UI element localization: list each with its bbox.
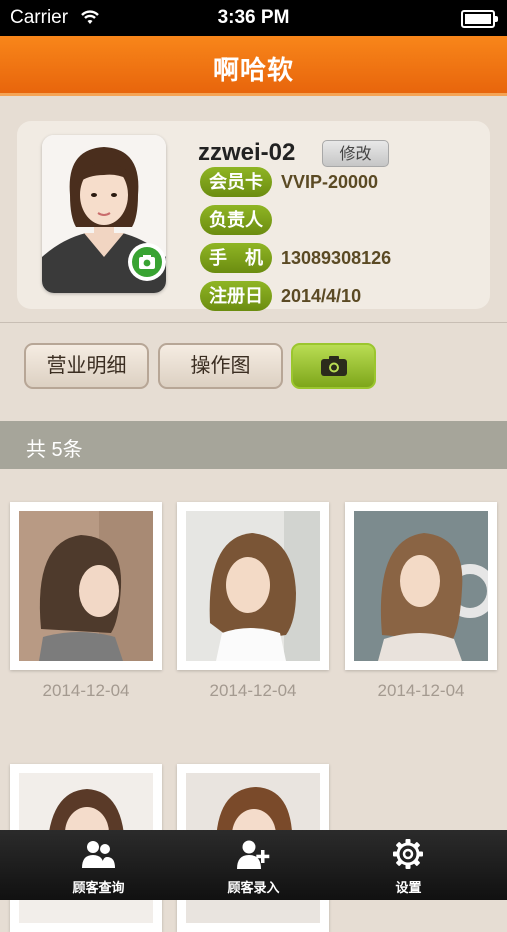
divider: [0, 322, 507, 323]
username: zzwei-02: [198, 139, 296, 166]
tab-camera[interactable]: [291, 343, 376, 389]
hairstyle-photo: [19, 511, 153, 661]
record-count: 共 5条: [26, 439, 83, 461]
manager-label: 负责人: [200, 205, 272, 235]
camera-icon: [320, 356, 347, 376]
tab-label: 设置: [395, 880, 422, 895]
tab-customer-search[interactable]: 顾客查询: [14, 830, 183, 900]
page-title: 啊哈软: [212, 55, 294, 85]
photo-date: 2014-12-04: [377, 681, 465, 700]
camera-icon: [139, 255, 155, 269]
nav-bar: 啊哈软: [0, 36, 507, 96]
battery-icon: [461, 10, 498, 28]
member-card-label: 会员卡: [200, 167, 272, 197]
register-date-value: 2014/4/10: [281, 286, 362, 306]
edit-button[interactable]: 修改: [322, 140, 389, 167]
record-count-bar: 共 5条: [0, 421, 507, 469]
hairstyle-photo: [354, 511, 488, 661]
member-card-value: VVIP-20000: [281, 172, 379, 192]
tab-bar: 顾客查询 顾客录入 设置: [0, 830, 507, 900]
tab-label: 顾客录入: [227, 880, 280, 895]
tab-customer-entry[interactable]: 顾客录入: [169, 830, 338, 900]
clock: 3:36 PM: [217, 7, 290, 28]
tab-business-details[interactable]: 营业明细: [24, 343, 149, 389]
add-customer-icon: [237, 840, 270, 869]
status-bar: Carrier 3:36 PM: [0, 0, 507, 36]
photo-thumbnail[interactable]: [345, 502, 497, 670]
change-photo-button[interactable]: [128, 243, 166, 281]
photo-thumbnail[interactable]: [177, 502, 329, 670]
photo-date: 2014-12-04: [209, 681, 297, 700]
tab-label: 顾客查询: [72, 880, 125, 895]
phone-value: 13089308126: [281, 248, 392, 268]
tab-operation-photos[interactable]: 操作图: [158, 343, 283, 389]
tab-settings[interactable]: 设置: [324, 830, 493, 900]
photo-date: 2014-12-04: [42, 681, 130, 700]
hairstyle-photo: [186, 511, 320, 661]
register-date-label: 注册日: [200, 281, 272, 311]
gear-icon: [393, 839, 423, 869]
phone-label: 手 机: [200, 243, 272, 273]
customers-icon: [82, 841, 115, 868]
photo-thumbnail[interactable]: [10, 502, 162, 670]
